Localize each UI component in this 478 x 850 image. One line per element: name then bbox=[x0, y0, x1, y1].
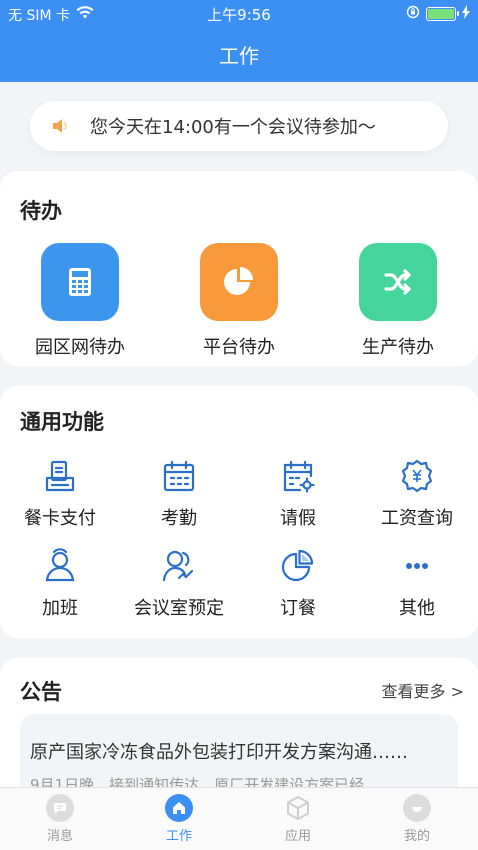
bottom-tab-bar: 消息 工作 应用 我的 bbox=[0, 787, 478, 850]
user-icon bbox=[40, 546, 80, 586]
banner-text: 您今天在14:00有一个会议待参加～ bbox=[90, 117, 376, 138]
func-meal-card-pay[interactable]: 餐卡支付 bbox=[0, 456, 120, 530]
todo-item-production[interactable]: 生产待办 bbox=[333, 243, 463, 359]
pie-icon bbox=[278, 546, 318, 586]
pie-chart-icon bbox=[200, 243, 278, 321]
func-label: 其他 bbox=[399, 598, 435, 619]
functions-card: 通用功能 餐卡支付 考勤 请假 工资查询 加班 会议室预定 订餐 其他 bbox=[0, 386, 478, 638]
salary-badge-icon bbox=[397, 456, 437, 496]
calendar-icon bbox=[159, 456, 199, 496]
page-title: 工作 bbox=[219, 44, 259, 68]
calculator-icon bbox=[41, 243, 119, 321]
profile-icon bbox=[403, 794, 431, 822]
tab-label: 我的 bbox=[403, 829, 430, 844]
app-header: 无 SIM 卡 上午9:56 工作 bbox=[0, 0, 478, 82]
message-icon bbox=[46, 794, 74, 822]
more-dots-icon bbox=[397, 546, 437, 586]
func-meeting-room-booking[interactable]: 会议室预定 bbox=[119, 546, 239, 620]
todo-label: 平台待办 bbox=[203, 337, 275, 358]
tab-label: 工作 bbox=[165, 829, 192, 844]
cube-icon bbox=[284, 794, 312, 822]
meeting-reminder-banner[interactable]: 您今天在14:00有一个会议待参加～ bbox=[30, 101, 448, 151]
todo-item-platform[interactable]: 平台待办 bbox=[174, 243, 304, 359]
shuffle-icon bbox=[359, 243, 437, 321]
status-bar: 无 SIM 卡 上午9:56 bbox=[0, 0, 478, 26]
func-label: 餐卡支付 bbox=[24, 508, 96, 529]
func-attendance[interactable]: 考勤 bbox=[119, 456, 239, 530]
todo-item-campus[interactable]: 园区网待办 bbox=[15, 243, 145, 359]
announcement-title: 原产国家冷冻食品外包装打印开发方案沟通…… bbox=[30, 742, 408, 763]
tab-label: 消息 bbox=[46, 829, 73, 844]
func-meal-order[interactable]: 订餐 bbox=[238, 546, 358, 620]
tab-apps[interactable]: 应用 bbox=[258, 794, 338, 844]
home-icon bbox=[165, 794, 193, 822]
speaker-icon bbox=[50, 115, 72, 137]
view-more-link[interactable]: 查看更多 > bbox=[382, 678, 465, 702]
todo-card: 待办 园区网待办 平台待办 生产待办 bbox=[0, 171, 478, 366]
tab-mine[interactable]: 我的 bbox=[377, 794, 457, 844]
func-salary-query[interactable]: 工资查询 bbox=[357, 456, 477, 530]
func-label: 工资查询 bbox=[381, 508, 453, 529]
func-label: 订餐 bbox=[280, 598, 316, 619]
func-label: 请假 bbox=[280, 508, 316, 529]
charging-icon bbox=[462, 5, 470, 23]
calendar-gear-icon bbox=[278, 456, 318, 496]
announcements-title: 公告 bbox=[20, 680, 62, 704]
todo-label: 园区网待办 bbox=[35, 337, 125, 358]
tab-work[interactable]: 工作 bbox=[139, 794, 219, 844]
func-overtime[interactable]: 加班 bbox=[0, 546, 120, 620]
functions-title: 通用功能 bbox=[20, 410, 104, 434]
func-label: 会议室预定 bbox=[134, 598, 224, 619]
func-label: 考勤 bbox=[161, 508, 197, 529]
todo-label: 生产待办 bbox=[362, 337, 434, 358]
users-icon bbox=[159, 546, 199, 586]
func-other[interactable]: 其他 bbox=[357, 546, 477, 620]
orientation-lock-icon bbox=[406, 5, 420, 23]
tab-messages[interactable]: 消息 bbox=[20, 794, 100, 844]
func-leave[interactable]: 请假 bbox=[238, 456, 358, 530]
tab-label: 应用 bbox=[284, 829, 311, 844]
card-reader-icon bbox=[40, 456, 80, 496]
todo-title: 待办 bbox=[20, 199, 62, 223]
func-label: 加班 bbox=[42, 598, 78, 619]
battery-icon bbox=[426, 7, 459, 21]
